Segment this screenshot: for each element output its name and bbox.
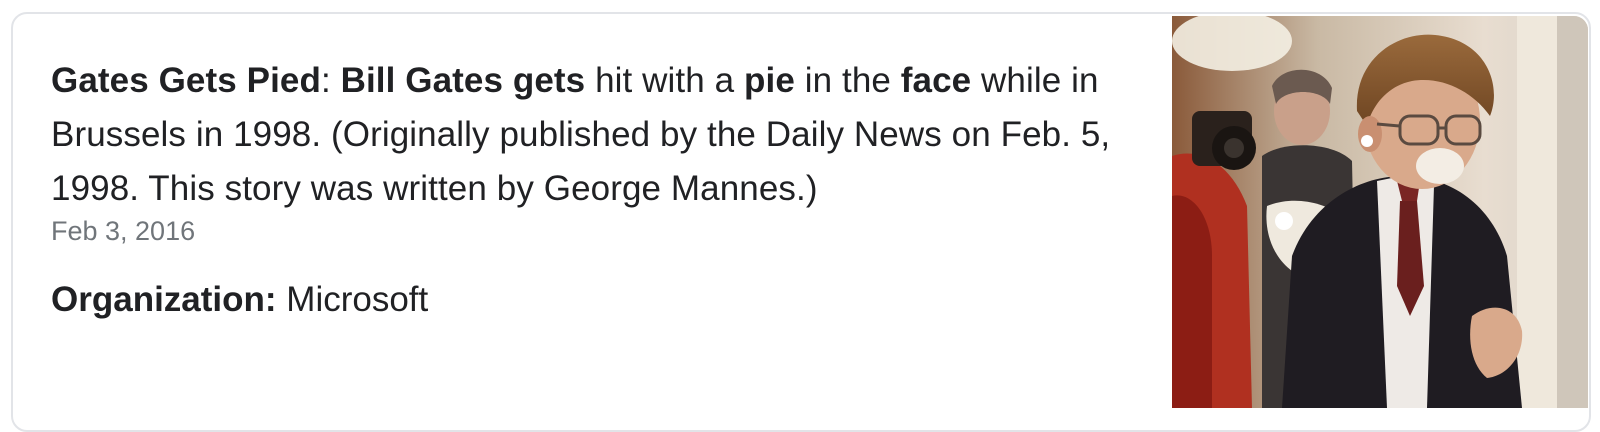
- publish-date: Feb 3, 2016: [51, 216, 196, 246]
- snippet-text: hit with a: [585, 61, 745, 100]
- snippet-highlight: Bill Gates gets: [340, 61, 586, 100]
- result-snippet[interactable]: Gates Gets Pied: Bill Gates gets hit wit…: [51, 54, 1131, 216]
- snippet-highlight: pie: [744, 61, 795, 100]
- knowledge-card: Gates Gets Pied: Bill Gates gets hit wit…: [11, 12, 1591, 432]
- organization-row: Organization: Microsoft: [51, 276, 428, 324]
- organization-value[interactable]: Microsoft: [277, 280, 428, 319]
- snippet-text: in the: [794, 61, 901, 100]
- photo-thumbnail-icon: [1172, 16, 1588, 408]
- organization-label: Organization:: [51, 280, 277, 319]
- snippet-separator: :: [320, 61, 341, 100]
- result-image[interactable]: [1172, 16, 1588, 408]
- snippet-highlight: face: [900, 61, 972, 100]
- snippet-title: Gates Gets Pied: [51, 61, 321, 100]
